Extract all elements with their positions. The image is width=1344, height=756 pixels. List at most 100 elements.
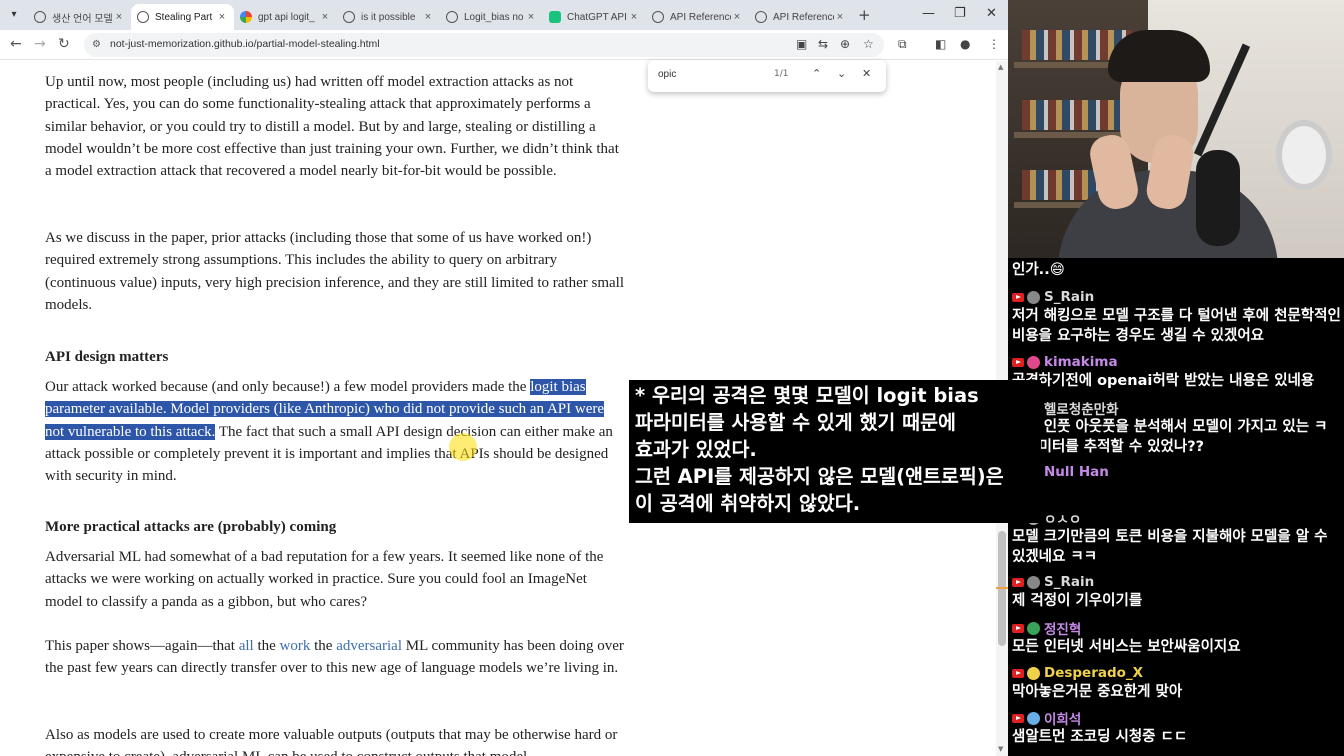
chat-message: 헬로청춘만화 번의 인풋 아웃풋을 분석해서 모델이 가지고 있는 ㅋ 파라미터를… <box>1012 399 1342 457</box>
sidepanel-icon[interactable]: ◧ <box>935 37 946 51</box>
translate-icon[interactable]: ⇆ <box>818 37 828 51</box>
scroll-up-icon[interactable]: ▲ <box>998 63 1003 71</box>
chat-text: 샘알트먼 조코딩 시청중 ㄷㄷ <box>1012 729 1188 745</box>
forward-icon[interactable]: → <box>34 36 46 52</box>
tab-2[interactable]: gpt api logit_ × <box>234 4 337 30</box>
chat-username: S_Rain <box>1044 574 1095 590</box>
avatar <box>1027 621 1040 635</box>
chevron-up-icon[interactable]: ⌃ <box>812 67 821 80</box>
subtitle-caption: * 우리의 공격은 몇몇 모델이 logit bias 파라미터를 사용할 수 … <box>629 380 1041 523</box>
tab-strip: 생산 언어 모델 × Stealing Part × gpt api logit… <box>28 4 852 30</box>
chat-message: Desperado_X 막아놓은거문 중요한게 맞아 <box>1012 664 1342 702</box>
close-icon[interactable]: × <box>834 11 846 23</box>
paragraph-adversarial-ml: Adversarial ML had somewhat of a bad rep… <box>45 549 604 610</box>
chat-text: 저거 해킹으로 모델 구조를 다 털어낸 후에 천문학적인 비용을 요구하는 경… <box>1012 308 1341 344</box>
find-match-count: 1/1 <box>774 69 789 79</box>
reload-icon[interactable]: ↻ <box>58 36 70 52</box>
heading-api-design: API design matters <box>45 349 169 365</box>
find-match-marker <box>996 587 1008 589</box>
chat-text: 모든 인터넷 서비스는 보안싸움이지요 <box>1012 639 1241 655</box>
tab-label: gpt api logit_ <box>258 11 315 23</box>
chat-message: kimakima 공격하기전에 openai허락 받았는 내용은 있네용 <box>1012 353 1342 391</box>
close-icon[interactable]: × <box>422 11 434 23</box>
globe-icon <box>137 11 149 23</box>
back-icon[interactable]: ← <box>10 36 22 52</box>
books <box>1022 100 1132 130</box>
subtitle-line: 효과가 있었다. <box>635 438 757 461</box>
avatar <box>1027 290 1040 304</box>
tab-3[interactable]: is it possible × <box>337 4 440 30</box>
chat-text: 모델 크기만큼의 토큰 비용을 지불해야 모델을 알 수 있겠네요 ㅋㅋ <box>1012 529 1328 565</box>
chat-message-header: S_Rain <box>1012 288 1342 306</box>
p3-text-pre: Our attack worked because (and only beca… <box>45 379 531 395</box>
streamer-webcam <box>1008 0 1344 262</box>
tab-0[interactable]: 생산 언어 모델 × <box>28 4 131 30</box>
chat-message-header: ㅇㅅㅇ <box>1012 509 1342 528</box>
close-icon[interactable]: × <box>319 11 331 23</box>
p5-text-a: This paper shows—again—that <box>45 638 239 654</box>
avatar <box>1027 355 1040 369</box>
tab-search-icon[interactable]: ▾ <box>6 7 22 23</box>
chat-username: Null Han <box>1044 464 1109 480</box>
chat-username: S_Rain <box>1044 289 1095 305</box>
window-close-icon[interactable]: ✕ <box>986 6 997 21</box>
tab-bar: ▾ 생산 언어 모델 × Stealing Part × gpt api log… <box>0 0 1008 30</box>
address-bar[interactable]: ⚙ not-just-memorization.github.io/partia… <box>84 33 884 57</box>
close-icon[interactable]: × <box>628 11 640 23</box>
chat-message: 이희석 샘알트먼 조코딩 시청중 ㄷㄷ <box>1012 709 1342 747</box>
cursor-highlight <box>449 433 477 461</box>
chat-message: ㅇㅅㅇ 모델 크기만큼의 토큰 비용을 지불해야 모델을 알 수 있겠네요 ㅋㅋ <box>1012 509 1342 567</box>
site-info-icon[interactable]: ⚙ <box>92 39 101 50</box>
tab-6[interactable]: API Reference × <box>646 4 749 30</box>
scroll-down-icon[interactable]: ▼ <box>998 745 1003 753</box>
tab-1[interactable]: Stealing Part × <box>131 4 234 30</box>
tab-5[interactable]: ChatGPT API × <box>543 4 646 30</box>
chat-message: 인가..😄 <box>1012 260 1342 280</box>
find-input[interactable]: opic <box>658 69 676 80</box>
extensions-icon[interactable]: ⧉ <box>898 37 907 52</box>
close-icon[interactable]: × <box>731 11 743 23</box>
chat-message: 정진혁 모든 인터넷 서비스는 보안싸움이지요 <box>1012 619 1342 657</box>
globe-icon <box>34 11 46 23</box>
zoom-icon[interactable]: ⊕ <box>840 37 850 51</box>
tab-label: Stealing Part <box>155 11 213 23</box>
chat-message-header: kimakima <box>1012 353 1342 371</box>
link-adversarial[interactable]: adversarial <box>336 638 402 654</box>
live-chat: 인가..😄 S_Rain 저거 해킹으로 모델 구조를 다 털어낸 후에 천문학적… <box>1008 258 1344 756</box>
google-icon <box>240 11 252 23</box>
chat-message-header: Null Han <box>1012 463 1342 481</box>
close-icon[interactable]: ✕ <box>862 67 871 80</box>
tab-label: ChatGPT API <box>567 11 627 23</box>
browser-toolbar: ← → ↻ ⚙ not-just-memorization.github.io/… <box>0 30 1008 60</box>
tab-4[interactable]: Logit_bias no × <box>440 4 543 30</box>
p5-text-c: the <box>310 638 337 654</box>
minimize-icon[interactable]: — <box>922 6 935 21</box>
chat-username: 정진혁 <box>1044 622 1082 638</box>
chat-message-header: 헬로청춘만화 <box>1012 399 1342 418</box>
tab-7[interactable]: API Reference × <box>749 4 852 30</box>
link-work[interactable]: work <box>280 638 311 654</box>
menu-kebab-icon[interactable]: ⋮ <box>988 37 1000 51</box>
restore-icon[interactable]: ❐ <box>954 6 966 21</box>
reader-icon[interactable]: ▣ <box>796 37 807 51</box>
paragraph-valuable-outputs: Also as models are used to create more v… <box>45 727 618 756</box>
close-icon[interactable]: × <box>113 11 125 23</box>
chat-text: 인가..😄 <box>1012 262 1065 278</box>
microphone <box>1196 150 1240 246</box>
close-icon[interactable]: × <box>525 11 537 23</box>
link-all[interactable]: all <box>239 638 254 654</box>
url-text[interactable]: not-just-memorization.github.io/partial-… <box>110 38 380 50</box>
chat-message: S_Rain 제 걱정이 기우이기를 <box>1012 573 1342 611</box>
close-icon[interactable]: × <box>216 11 228 23</box>
chevron-down-icon[interactable]: ⌄ <box>837 67 846 80</box>
chat-message-header: S_Rain <box>1012 573 1342 591</box>
tab-label: Logit_bias no <box>464 11 524 23</box>
new-tab-icon[interactable]: + <box>858 6 871 24</box>
browser-window: ▾ 생산 언어 모델 × Stealing Part × gpt api log… <box>0 0 1008 756</box>
profile-avatar[interactable]: ● <box>960 37 970 51</box>
youtube-icon <box>1012 292 1024 302</box>
openai-icon <box>343 11 355 23</box>
paragraph-paper-shows: This paper shows—again—that all the work… <box>45 635 625 680</box>
bookmark-star-icon[interactable]: ☆ <box>863 37 874 51</box>
chat-text: 공격하기전에 openai허락 받았는 내용은 있네용 <box>1012 373 1315 389</box>
